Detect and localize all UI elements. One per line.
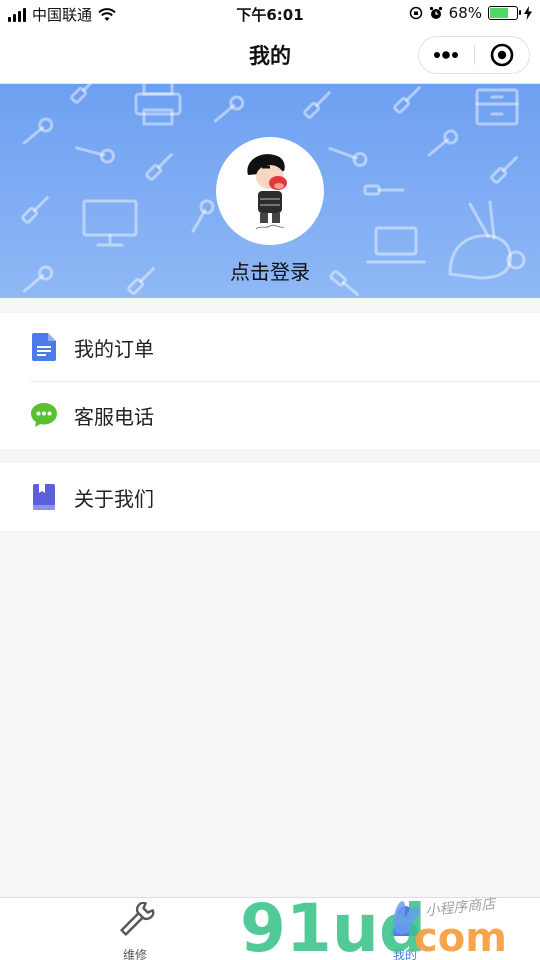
chat-bubble-icon bbox=[30, 401, 58, 429]
document-icon bbox=[30, 333, 58, 361]
orientation-lock-icon bbox=[409, 6, 422, 20]
menu-label: 客服电话 bbox=[74, 404, 154, 429]
status-bar: 中国联通 下午6:01 68% bbox=[0, 0, 540, 28]
status-right: 68% bbox=[409, 4, 532, 22]
menu-group-secondary: 关于我们 bbox=[0, 463, 540, 531]
charging-icon bbox=[524, 6, 532, 20]
more-button[interactable] bbox=[419, 37, 474, 73]
more-dots-icon bbox=[434, 51, 459, 59]
menu-label: 关于我们 bbox=[74, 486, 154, 511]
alarm-icon bbox=[429, 6, 442, 19]
menu-label: 我的订单 bbox=[74, 336, 154, 361]
login-prompt[interactable]: 点击登录 bbox=[0, 256, 540, 285]
tab-repair[interactable]: 维修 bbox=[85, 901, 185, 960]
book-icon bbox=[30, 483, 58, 511]
menu-item-customer-service[interactable]: 客服电话 bbox=[0, 381, 540, 449]
tab-label: 我的 bbox=[392, 948, 417, 960]
tab-label: 维修 bbox=[122, 948, 147, 960]
menu-item-my-orders[interactable]: 我的订单 bbox=[0, 313, 540, 381]
menu-group-primary: 我的订单 客服电话 bbox=[0, 313, 540, 449]
user-avatar[interactable] bbox=[216, 137, 324, 245]
tab-bar: 维修 我的 bbox=[0, 897, 540, 960]
cartoon-avatar-icon bbox=[247, 154, 287, 230]
navigation-bar: 我的 bbox=[0, 28, 540, 84]
battery-icon bbox=[488, 6, 521, 20]
menu-item-about-us[interactable]: 关于我们 bbox=[0, 463, 540, 531]
battery-fill bbox=[490, 8, 508, 18]
target-circle-icon bbox=[490, 43, 514, 67]
user-icon bbox=[391, 906, 419, 936]
tab-mine[interactable]: 我的 bbox=[355, 902, 455, 960]
battery-percent: 68% bbox=[448, 4, 482, 22]
profile-banner: 点击登录 bbox=[0, 84, 540, 298]
wrench-icon bbox=[120, 901, 155, 936]
close-miniprogram-button[interactable] bbox=[475, 37, 530, 73]
miniprogram-capsule bbox=[418, 36, 530, 74]
